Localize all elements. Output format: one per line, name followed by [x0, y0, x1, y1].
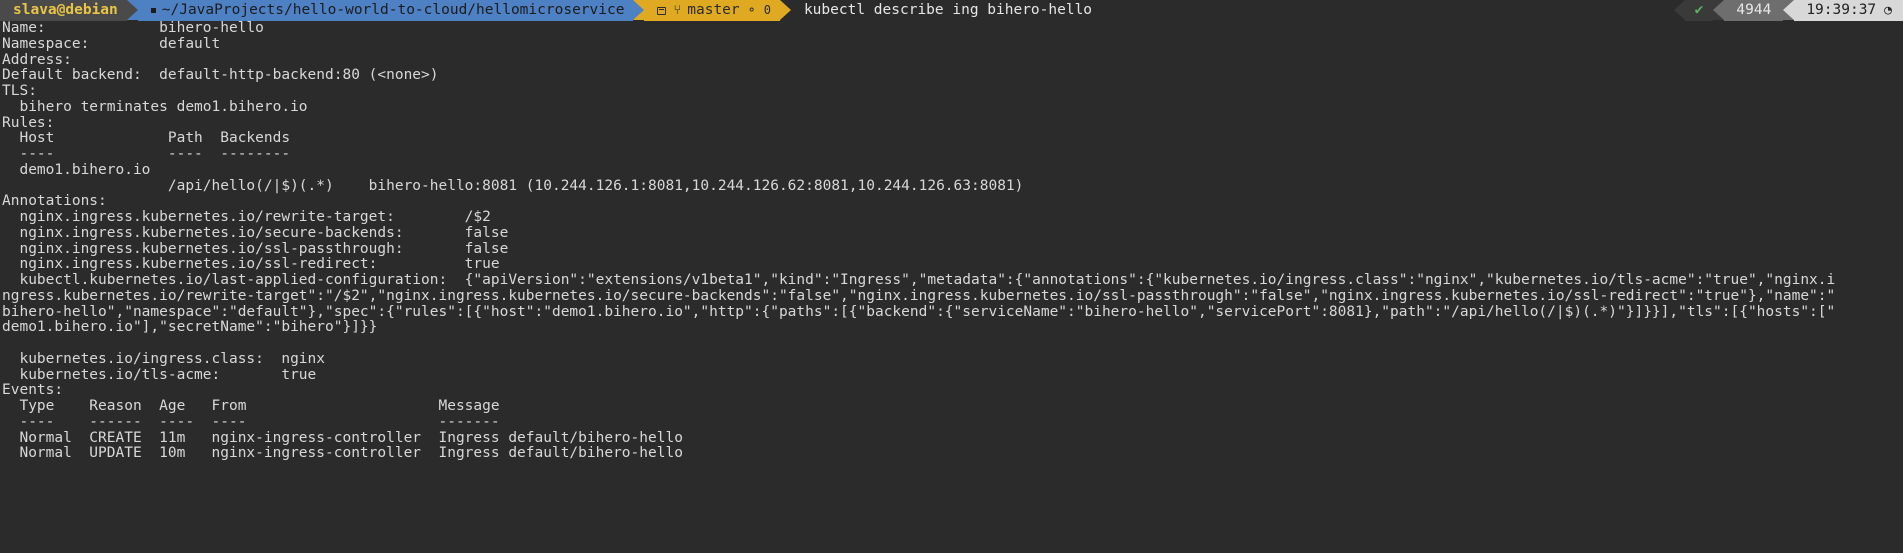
terminal-output-line: Normal CREATE 11m nginx-ingress-controll…: [2, 430, 683, 446]
prompt-git-branch-label: master: [687, 2, 740, 18]
terminal-output-line: bihero-hello","namespace":"default"},"sp…: [2, 304, 1836, 320]
checkmark-icon: ✔: [1694, 2, 1704, 18]
terminal-output-line: nginx.ingress.kubernetes.io/secure-backe…: [2, 225, 509, 241]
terminal-output-line: Namespace: default: [2, 36, 221, 52]
command-line-text: kubectl describe ing bihero-hello: [803, 2, 1093, 18]
prompt-user-label: slava@debian: [13, 2, 118, 18]
terminal-output-line: kubernetes.io/tls-acme: true: [2, 367, 317, 383]
terminal-output: Name: bihero-hello Namespace: default Addr…: [0, 21, 1903, 462]
terminal-output-line: ---- ------ ---- ---- -------: [2, 414, 500, 430]
terminal-output-line: ngress.kubernetes.io/rewrite-target":"/$…: [2, 288, 1836, 304]
prompt-path-segment: ~/JavaProjects/hello-world-to-cloud/hell…: [137, 0, 634, 21]
prompt-separator-git-end: [779, 0, 791, 20]
terminal-output-line: Normal UPDATE 10m nginx-ingress-controll…: [2, 446, 683, 462]
terminal-output-line: Type Reason Age From Message: [2, 399, 500, 414]
terminal-output-line: nginx.ingress.kubernetes.io/ssl-redirect…: [2, 257, 500, 273]
terminal-output-line: nginx.ingress.kubernetes.io/rewrite-targ…: [2, 210, 491, 225]
prompt-git-segment: ⑂ master ⚬ 0: [644, 0, 780, 21]
terminal-output-line: Events:: [2, 383, 64, 399]
prompt-separator-user-path: [126, 0, 138, 20]
status-separator-start: [1673, 0, 1685, 20]
terminal-output-line: Rules:: [2, 115, 55, 131]
terminal-output-line: Name: bihero-hello: [2, 21, 264, 36]
clock-time-label: 19:39:37: [1806, 2, 1877, 18]
prompt-separator-path-git: [633, 0, 645, 20]
terminal-output-line: demo1.bihero.io"],"secretName":"bihero"}…: [2, 320, 378, 336]
terminal-output-line: /api/hello(/|$)(.*) bihero-hello:8081 (1…: [2, 178, 1024, 194]
terminal-output-line: Default backend: default-http-backend:80…: [2, 68, 439, 84]
terminal-output-line: TLS:: [2, 84, 37, 99]
clock-icon: ◔: [1884, 3, 1892, 18]
git-branch-icon: ⑂: [673, 3, 682, 18]
prompt-path-label: ~/JavaProjects/hello-world-to-cloud/hell…: [161, 2, 625, 18]
folder-icon: [150, 8, 156, 13]
terminal-output-line: Address:: [2, 52, 72, 68]
terminal-output-line: bihero terminates demo1.bihero.io: [2, 99, 308, 115]
terminal-output-line: nginx.ingress.kubernetes.io/ssl-passthro…: [2, 241, 509, 257]
exit-status-ok: ✔: [1684, 0, 1714, 21]
git-status-count-a: 0: [763, 3, 771, 17]
shell-prompt-bar: slava@debian ~/JavaProjects/hello-world-…: [0, 0, 1903, 21]
status-separator-num-clock: [1783, 0, 1795, 20]
prompt-user-segment: slava@debian: [0, 0, 127, 21]
clock-segment: 19:39:37 ◔: [1794, 0, 1903, 21]
terminal-output-line: Annotations:: [2, 194, 107, 210]
terminal-output-line: kubernetes.io/ingress.class: nginx: [2, 351, 326, 367]
status-separator-ok-num: [1713, 0, 1725, 20]
terminal-output-line: kubectl.kubernetes.io/last-applied-confi…: [2, 273, 1836, 288]
terminal-output-line: Host Path Backends: [2, 131, 291, 147]
terminal-output-line: ---- ---- --------: [2, 147, 291, 162]
terminal-icon: [657, 6, 667, 15]
git-status-icon-a: ⚬: [746, 3, 757, 17]
prompt-right-status: ✔ 4944 19:39:37 ◔: [1673, 0, 1903, 21]
terminal-output-line: demo1.bihero.io: [2, 162, 151, 178]
history-number: 4944: [1724, 0, 1784, 21]
